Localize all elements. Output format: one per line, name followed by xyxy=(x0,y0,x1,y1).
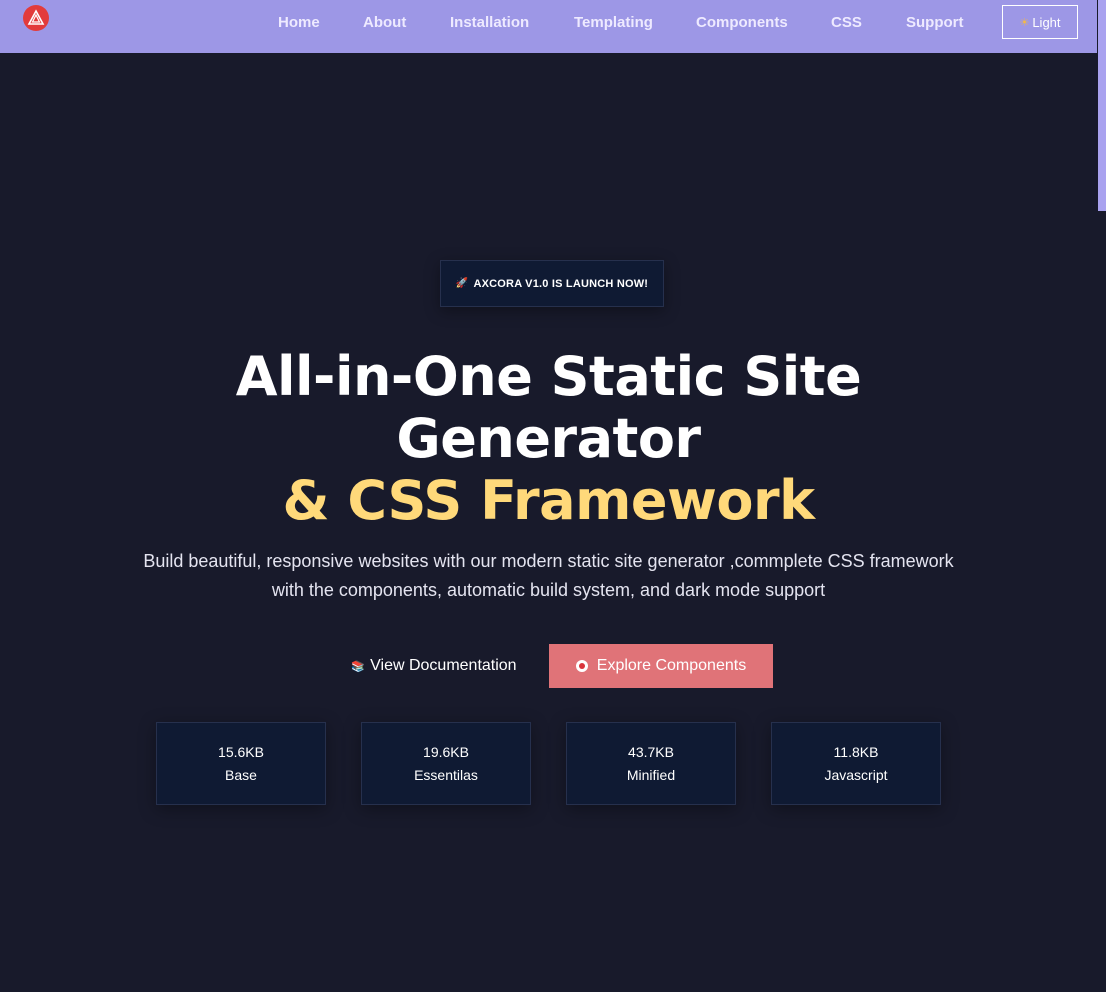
stat-size: 19.6KB xyxy=(423,744,469,760)
sun-icon: ☀ xyxy=(1019,16,1030,29)
stat-card-javascript: 11.8KB Javascript xyxy=(771,722,941,805)
stat-card-minified: 43.7KB Minified xyxy=(566,722,736,805)
launch-badge: 🚀 AXCORA V1.0 IS LAUNCH NOW! xyxy=(440,260,664,307)
view-documentation-button[interactable]: 📚 View Documentation xyxy=(336,644,532,688)
nav-link-components[interactable]: Components xyxy=(696,14,788,31)
nav-link-installation[interactable]: Installation xyxy=(450,14,529,31)
stat-size: 15.6KB xyxy=(218,744,264,760)
rocket-icon: 🚀 xyxy=(455,278,469,289)
stat-size: 11.8KB xyxy=(833,744,879,760)
view-documentation-label: View Documentation xyxy=(370,657,517,674)
theme-toggle-label: Light xyxy=(1032,14,1061,30)
launch-badge-text: AXCORA V1.0 IS LAUNCH NOW! xyxy=(473,277,649,290)
explore-components-button[interactable]: Explore Components xyxy=(549,644,773,688)
hero-subtitle: Build beautiful, responsive websites wit… xyxy=(143,551,954,600)
nav-link-templating[interactable]: Templating xyxy=(574,14,653,31)
explore-components-label: Explore Components xyxy=(596,657,747,674)
stat-label: Javascript xyxy=(824,767,888,783)
axcora-logo-icon[interactable] xyxy=(23,5,49,31)
stat-card-essentials: 19.6KB Essentilas xyxy=(361,722,531,805)
nav-link-about[interactable]: About xyxy=(363,14,406,31)
theme-toggle-button[interactable]: ☀ Light xyxy=(1002,5,1078,39)
shield-icon xyxy=(575,660,588,672)
books-icon: 📚 xyxy=(351,660,366,673)
scrollbar-thumb[interactable] xyxy=(1098,0,1106,211)
stat-size: 43.7KB xyxy=(628,744,674,760)
top-navbar: Home About Installation Templating Compo… xyxy=(0,0,1097,53)
stat-label: Base xyxy=(225,767,257,783)
stat-label: Minified xyxy=(626,767,676,783)
hero-title-line2: Generator xyxy=(396,407,701,470)
hero-title-line1: All-in-One Static Site xyxy=(235,345,862,408)
nav-link-home[interactable]: Home xyxy=(278,14,320,31)
hero-title-line3: & CSS Framework xyxy=(282,469,815,532)
stat-label: Essentilas xyxy=(414,767,478,783)
nav-link-css[interactable]: CSS xyxy=(831,14,862,31)
nav-link-support[interactable]: Support xyxy=(906,14,964,31)
stat-card-base: 15.6KB Base xyxy=(156,722,326,805)
